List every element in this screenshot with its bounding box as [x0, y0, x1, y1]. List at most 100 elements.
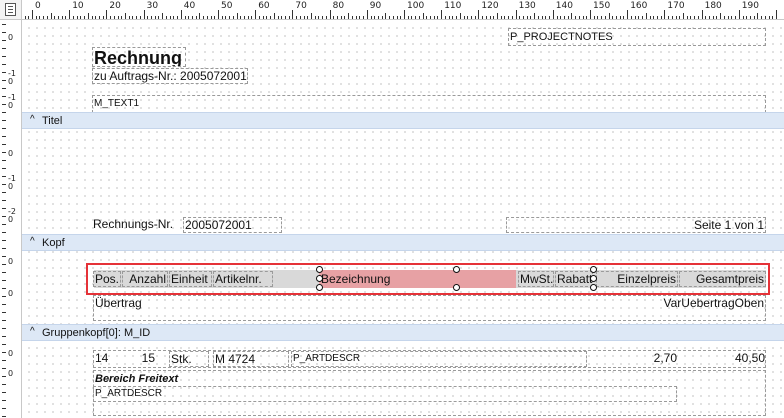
- group-cell-gesamtpreis[interactable]: 40,50: [679, 351, 766, 367]
- ruler-tick: [311, 13, 312, 19]
- ruler-tick: [627, 10, 629, 19]
- ruler-tick: [601, 16, 603, 19]
- group-cell-einzelpreis[interactable]: 2,70: [596, 351, 678, 367]
- ruler-tick: [671, 16, 673, 19]
- invoice-number: 2005072001: [185, 218, 252, 232]
- ruler-tick: [389, 16, 391, 19]
- ruler-corner[interactable]: [0, 0, 22, 20]
- invoice-label: Rechnungs-Nr.: [93, 217, 174, 231]
- ruler-tick: [545, 16, 547, 19]
- ruler-tick: [500, 16, 502, 19]
- ruler-tick: [2, 416, 6, 417]
- chevron-up-icon[interactable]: ^: [30, 236, 35, 247]
- band-header-gruppenkopf[interactable]: ^ Gruppenkopf[0]: M_ID: [22, 324, 784, 341]
- ruler-tick: [690, 16, 692, 19]
- ruler-tick: [392, 16, 394, 19]
- ruler-tick: [467, 16, 469, 19]
- ruler-tick: [709, 16, 711, 19]
- uebertrag-field[interactable]: Übertrag VarUebertragOben: [93, 295, 766, 321]
- ruler-tick: [727, 16, 729, 19]
- projectnotes-field[interactable]: P_PROJECTNOTES: [508, 28, 766, 46]
- ruler-tick: [582, 16, 584, 19]
- ruler-tick: [2, 368, 6, 369]
- ruler-tick: [396, 16, 398, 19]
- ruler-tick: [493, 16, 495, 19]
- ruler-tick: [593, 16, 595, 19]
- ruler-tick: [604, 16, 606, 19]
- ruler-tick: [54, 16, 56, 19]
- ruler-tick: [113, 16, 115, 19]
- order-number-field[interactable]: zu Auftrags-Nr.: 2005072001: [92, 68, 248, 84]
- ruler-tick: [515, 10, 517, 19]
- ruler-tick: [58, 16, 60, 19]
- chevron-up-icon[interactable]: ^: [30, 326, 35, 337]
- band-label-titel: Titel: [42, 115, 63, 127]
- ruler-tick: [463, 16, 465, 19]
- ruler-tick: [430, 16, 432, 19]
- page-number-field[interactable]: Seite 1 von 1: [506, 217, 766, 233]
- ruler-tick: [768, 16, 770, 19]
- ruler-tick: [404, 10, 405, 19]
- ruler-tick: [2, 120, 6, 121]
- ruler-tick: [2, 384, 6, 385]
- group-cell-anzahl[interactable]: 15: [122, 351, 156, 367]
- ruler-label: 190: [741, 1, 759, 11]
- ruler-label: 30: [146, 1, 159, 11]
- ruler-tick: [608, 13, 610, 19]
- ruler-tick: [437, 16, 439, 19]
- ruler-tick: [299, 16, 301, 19]
- ruler-tick: [776, 10, 777, 19]
- ruler-tick: [355, 16, 357, 19]
- ruler-tick: [2, 408, 6, 409]
- ruler-tick: [2, 336, 6, 337]
- ruler-tick: [2, 144, 6, 145]
- group-cell-text: Stk.: [171, 352, 192, 366]
- ruler-label: 90: [369, 1, 382, 11]
- invoice-label-field[interactable]: Rechnungs-Nr.: [92, 217, 182, 233]
- report-icon: [5, 3, 16, 16]
- freitext-label-field[interactable]: Bereich Freitext: [94, 372, 254, 386]
- group-cell-bezeichnung[interactable]: P_ARTDESCR: [291, 351, 587, 367]
- ruler-tick: [470, 16, 472, 19]
- band-header-titel[interactable]: ^ Titel: [22, 112, 784, 129]
- report-title-field[interactable]: Rechnung: [92, 47, 186, 67]
- chevron-up-icon[interactable]: ^: [30, 114, 35, 125]
- ruler-tick: [2, 112, 6, 113]
- ruler-tick: [638, 16, 640, 19]
- ruler-tick: [612, 16, 614, 19]
- ruler-tick: [221, 16, 223, 19]
- ruler-tick: [560, 16, 562, 19]
- ruler-tick: [325, 16, 327, 19]
- ruler-tick: [563, 16, 565, 19]
- invoice-number-field[interactable]: 2005072001: [183, 217, 282, 233]
- ruler-label: 110: [444, 1, 462, 11]
- ruler-tick: [370, 16, 372, 19]
- ruler-tick: [2, 376, 6, 377]
- group-cell-artikelnr[interactable]: M 4724: [213, 351, 289, 367]
- ruler-tick: [2, 248, 6, 249]
- artdescr-field[interactable]: P_ARTDESCR: [93, 386, 677, 402]
- ruler-tick: [203, 16, 205, 19]
- ruler-tick: [210, 16, 212, 19]
- ruler-label: -1 0: [8, 174, 16, 191]
- group-cell-einheit[interactable]: Stk.: [169, 351, 209, 367]
- mtext-field[interactable]: M_TEXT1: [92, 95, 766, 113]
- ruler-tick: [2, 72, 6, 73]
- ruler-tick: [597, 16, 599, 19]
- ruler-label: 180: [704, 1, 722, 11]
- report-title: Rechnung: [94, 48, 182, 67]
- ruler-tick: [2, 224, 6, 225]
- group-cell-pos[interactable]: 14: [94, 351, 116, 367]
- ruler-tick: [761, 16, 763, 19]
- ruler-label: 80: [332, 1, 345, 11]
- ruler-tick: [645, 13, 647, 19]
- ruler-tick: [590, 10, 591, 19]
- ruler-tick: [195, 16, 197, 19]
- ruler-tick: [2, 328, 6, 329]
- ruler-tick: [694, 16, 696, 19]
- ruler-tick: [344, 16, 346, 19]
- ruler-tick: [2, 208, 6, 209]
- ruler-tick: [106, 10, 108, 19]
- ruler-tick: [534, 13, 536, 19]
- band-header-kopf[interactable]: ^ Kopf: [22, 234, 784, 251]
